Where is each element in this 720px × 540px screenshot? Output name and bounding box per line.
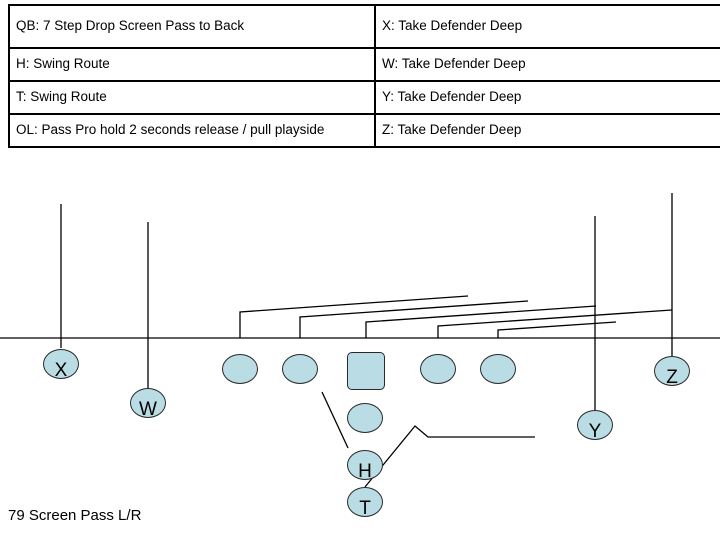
player-marker-w: W [130, 388, 166, 420]
player-marker-rt [480, 354, 516, 384]
player-marker-lg [282, 354, 318, 384]
player-label-y: Y [588, 420, 602, 442]
player-label-w: W [139, 398, 157, 420]
player-marker-h: H [347, 450, 383, 482]
ol-rt-pull [497, 321, 617, 338]
play-diagram: X W Z Y HT 79 Screen Pass L/R [0, 0, 720, 540]
player-label-x: X [54, 359, 68, 381]
ol-lg-pull [299, 300, 529, 338]
t-swing-route [364, 425, 535, 488]
player-marker-y: Y [577, 410, 613, 442]
player-label-z: Z [666, 366, 678, 388]
player-marker-lt [222, 354, 258, 384]
h-swing-route [321, 391, 349, 449]
routes-group [60, 193, 673, 488]
player-marker-z: Z [654, 356, 690, 388]
player-marker-x: X [43, 349, 79, 381]
player-marker-c [347, 352, 385, 390]
player-label-h: H [358, 460, 372, 482]
player-marker-t: T [347, 487, 383, 519]
player-marker-rg [420, 354, 456, 384]
player-label-t: T [359, 497, 371, 519]
ol-c-pull [365, 305, 597, 338]
play-caption: 79 Screen Pass L/R [8, 507, 142, 524]
player-marker-qb [347, 403, 383, 433]
